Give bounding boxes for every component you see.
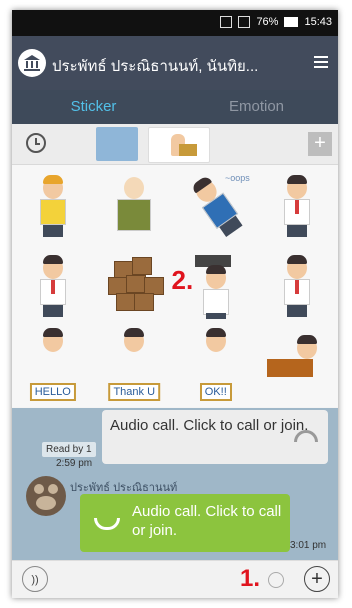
sticker-grid: ~oops 2. HELLO Thank U OK!! [12,165,338,407]
add-sticker-pack-button[interactable]: + [308,132,332,156]
read-status: Read by 1 [42,442,96,457]
recent-clock-icon[interactable] [26,133,46,153]
sticker-hello[interactable]: HELLO [12,325,94,405]
chat-title: ประพัทธ์ ประณิธานนท์, นันทิย... [52,58,259,75]
friend-message-time: 3:01 pm [290,540,327,551]
sticker-running[interactable] [12,245,94,325]
add-attachment-button[interactable]: + [304,566,330,592]
tab-sticker[interactable]: Sticker [12,90,175,124]
phone-icon [294,430,318,442]
my-message-text: Audio call. Click to call or join. [110,417,309,434]
sticker-desk[interactable] [257,325,339,405]
sticker-bye[interactable] [257,245,339,325]
vibrate-icon [220,16,233,28]
phone-icon [94,518,120,530]
menu-icon[interactable] [314,56,328,72]
building-icon [24,55,40,71]
battery-icon [284,17,299,27]
emoji-icon[interactable] [268,572,284,588]
sticker-tabs: Sticker Emotion [12,90,338,124]
group-icon[interactable] [18,49,46,77]
sticker-question[interactable] [257,165,339,245]
clock-time: 15:43 [304,16,332,28]
phone-screen: 76% 15:43 ประพัทธ์ ประณิธานนท์, นันทิย..… [12,10,338,598]
oops-text: ~oops [225,173,250,183]
friend-avatar[interactable] [26,476,66,516]
tab-emotion[interactable]: Emotion [175,90,338,124]
hello-sign: HELLO [29,383,76,401]
friend-message-bubble[interactable]: Audio call. Click to call or join. [80,494,290,552]
my-message-time: 2:59 pm [56,458,93,469]
ok-sign: OK!! [199,383,232,401]
battery-percent: 76% [256,16,279,28]
sticker-boxes[interactable]: 2. [94,245,193,325]
sticker-thank-u[interactable]: Thank U [94,325,176,405]
sticker-ok[interactable]: OK!! [175,325,257,405]
sticker-confused[interactable] [12,165,94,245]
thanks-sign: Thank U [108,383,161,401]
voice-icon[interactable]: )) [22,566,48,592]
sticker-pack-bar: + [12,124,338,165]
wifi-icon [238,16,251,28]
sticker-puppet[interactable] [175,245,257,325]
friend-message-text: Audio call. Click to call or join. [132,503,282,539]
sticker-falling[interactable]: ~oops [175,165,257,245]
message-input-bar: )) 1. + [12,560,338,598]
sticker-pack-office[interactable] [148,127,210,163]
annotation-one: 1. [240,565,261,592]
chat-area[interactable]: Audio call. Click to call or join. Read … [12,408,338,560]
sticker-old-man[interactable] [94,165,176,245]
chat-header: ประพัทธ์ ประณิธานนท์, นันทิย... [12,36,338,90]
my-message-bubble[interactable]: Audio call. Click to call or join. [102,410,328,464]
status-bar: 76% 15:43 [12,10,338,36]
sticker-pack-couple[interactable] [96,127,138,161]
